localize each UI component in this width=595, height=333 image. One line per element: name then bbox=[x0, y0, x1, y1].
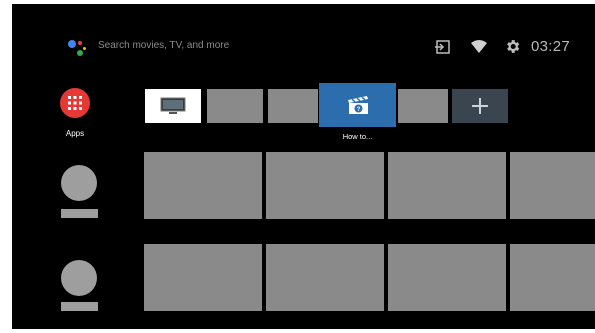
program-card[interactable] bbox=[144, 152, 262, 219]
apps-button[interactable] bbox=[60, 88, 90, 118]
wifi-icon[interactable] bbox=[471, 40, 487, 54]
gear-icon[interactable] bbox=[504, 38, 521, 55]
program-card[interactable] bbox=[388, 244, 506, 311]
plus-icon bbox=[472, 98, 488, 114]
program-card[interactable] bbox=[266, 244, 384, 311]
svg-text:?: ? bbox=[356, 107, 360, 113]
apps-grid-icon bbox=[68, 96, 82, 110]
apps-label: Apps bbox=[65, 129, 85, 138]
channel-tile[interactable] bbox=[398, 89, 448, 123]
program-card[interactable] bbox=[144, 244, 262, 311]
channel-avatar[interactable] bbox=[61, 260, 97, 296]
channel-tile-label: How to... bbox=[342, 132, 373, 141]
program-card[interactable] bbox=[510, 244, 595, 311]
channel-avatar[interactable] bbox=[61, 165, 97, 201]
search-bar[interactable]: Search movies, TV, and more bbox=[98, 40, 229, 51]
add-channel-button[interactable] bbox=[452, 89, 508, 123]
program-card[interactable] bbox=[266, 152, 384, 219]
input-source-icon[interactable] bbox=[435, 39, 451, 55]
channel-tile[interactable] bbox=[268, 89, 318, 123]
clock: 03:27 bbox=[531, 38, 571, 55]
channel-tile-tv[interactable] bbox=[145, 89, 201, 123]
channel-tile[interactable] bbox=[207, 89, 263, 123]
tv-icon bbox=[160, 97, 186, 114]
clapperboard-help-icon: ? bbox=[347, 96, 368, 114]
channel-name-placeholder bbox=[61, 302, 98, 311]
program-card[interactable] bbox=[388, 152, 506, 219]
tv-home-screen: Search movies, TV, and more 03:27 Apps ?… bbox=[12, 4, 595, 329]
channel-name-placeholder bbox=[61, 209, 98, 218]
google-assistant-icon[interactable] bbox=[68, 37, 90, 59]
channel-tile-how-to[interactable]: ? bbox=[319, 83, 396, 127]
program-card[interactable] bbox=[510, 152, 595, 219]
